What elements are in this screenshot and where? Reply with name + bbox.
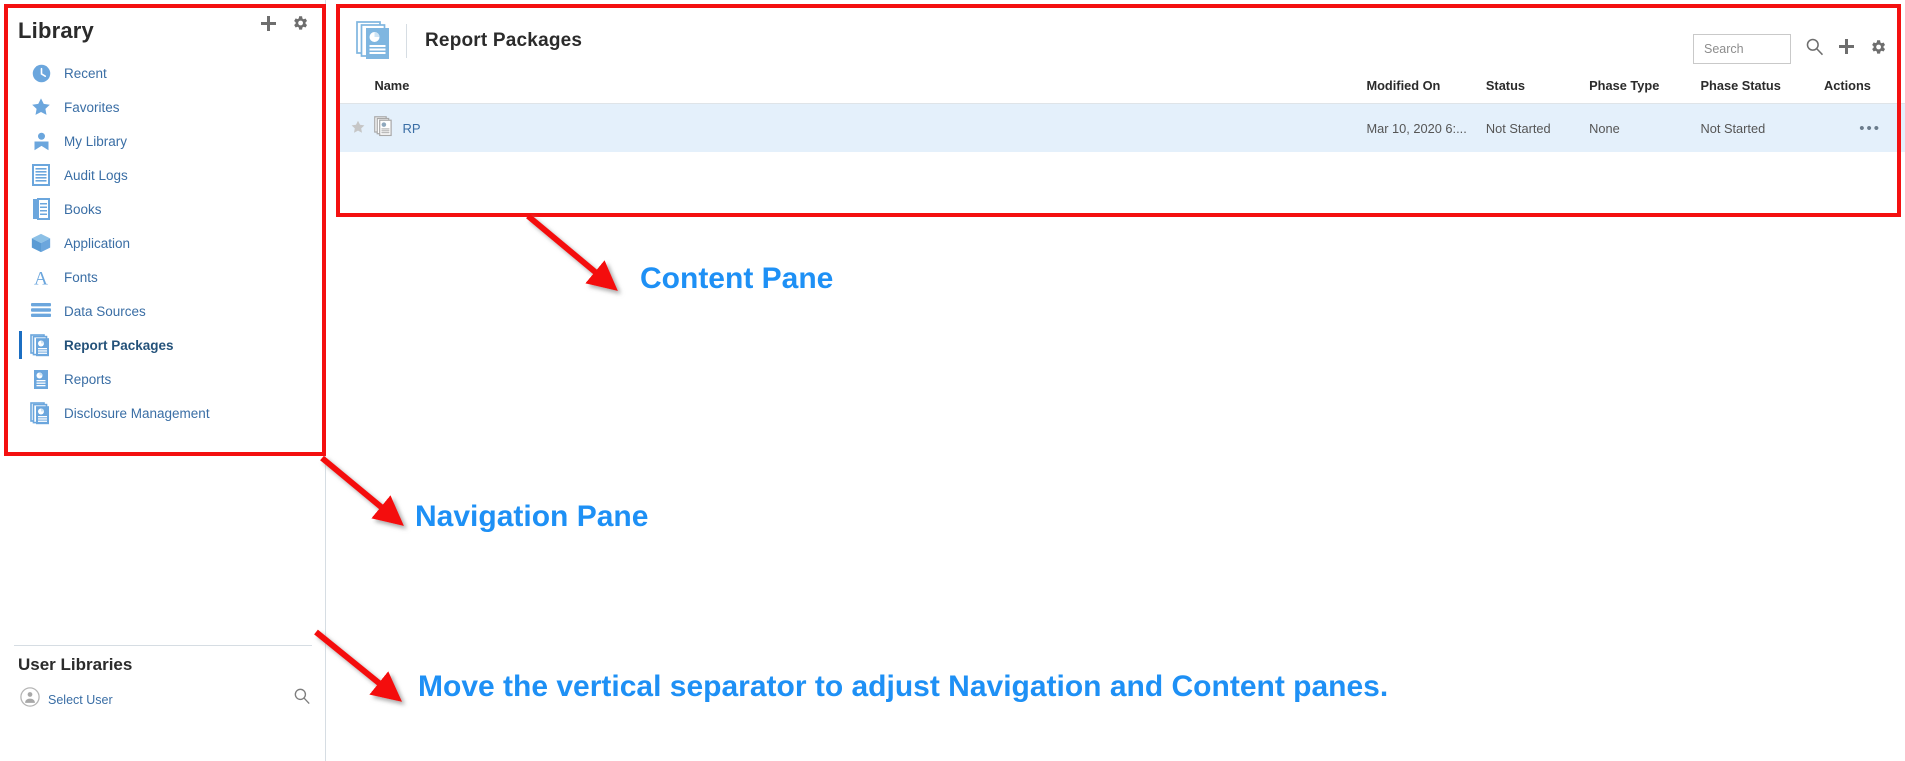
callout-navigation-pane: Navigation Pane [415,500,649,533]
arrow-to-separator [314,629,403,702]
arrow-to-content-pane [526,213,618,291]
callout-content-pane: Content Pane [640,262,834,295]
select-user-row[interactable]: Select User [20,687,312,712]
callout-separator-tip: Move the vertical separator to adjust Na… [418,670,1389,703]
arrow-to-navigation-pane [320,455,405,526]
annotation-box-navigation-pane [4,4,326,456]
user-avatar-icon [20,687,40,712]
select-user-label: Select User [48,692,113,707]
user-libraries-divider [14,645,312,646]
search-icon[interactable] [293,687,311,710]
annotation-box-content-pane [336,4,1901,217]
screenshot-root: Library Recent Favorites My Library Audi… [0,0,1905,761]
user-libraries-title: User Libraries [18,655,133,674]
